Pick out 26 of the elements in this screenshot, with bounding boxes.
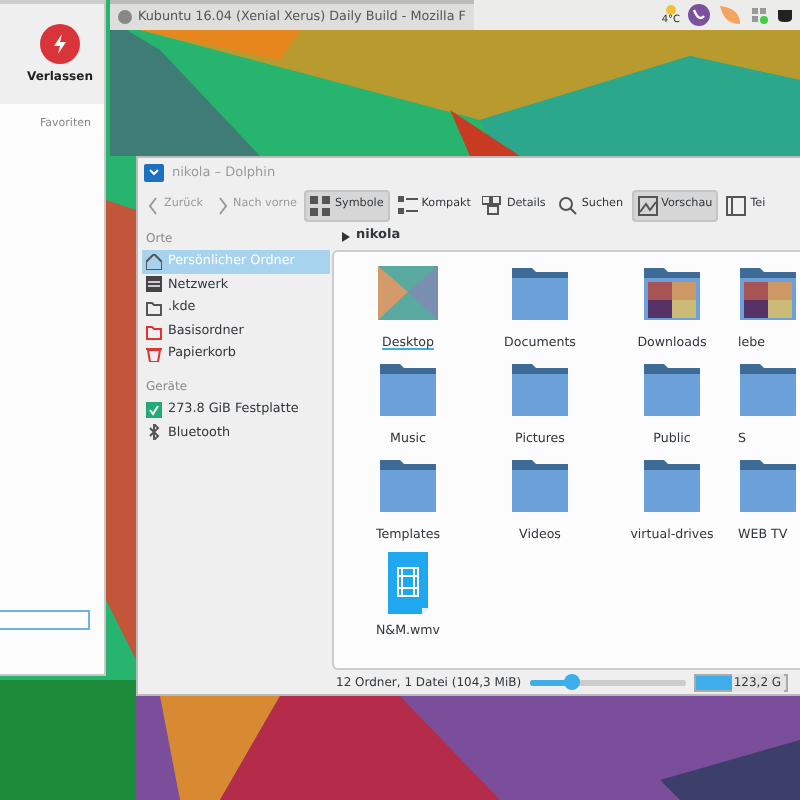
split-view-icon [726, 195, 747, 215]
forward-icon [215, 195, 230, 215]
folder-icon [144, 164, 164, 182]
zoom-slider[interactable] [529, 679, 686, 685]
server-icon [146, 276, 162, 293]
bluetooth-icon [146, 424, 162, 441]
list-icon [397, 195, 418, 215]
slider-thumb[interactable] [563, 673, 580, 689]
network-icon[interactable] [750, 6, 768, 24]
back-icon [146, 195, 160, 215]
citrus-slice-icon[interactable] [718, 4, 742, 26]
drive-icon [146, 401, 162, 418]
cup-icon[interactable] [776, 7, 796, 23]
browser-icon [118, 10, 132, 24]
power-button[interactable] [40, 23, 80, 63]
trash-icon [146, 346, 162, 363]
search-field[interactable] [0, 610, 90, 630]
chat-icon[interactable] [688, 4, 710, 26]
grid-icon [310, 195, 331, 215]
expand-arrow-icon [342, 231, 350, 241]
power-icon [52, 33, 68, 53]
home-icon [146, 253, 162, 270]
sun-icon [663, 4, 678, 16]
search-icon [557, 195, 578, 215]
image-icon [637, 195, 658, 215]
details-icon [482, 195, 503, 215]
